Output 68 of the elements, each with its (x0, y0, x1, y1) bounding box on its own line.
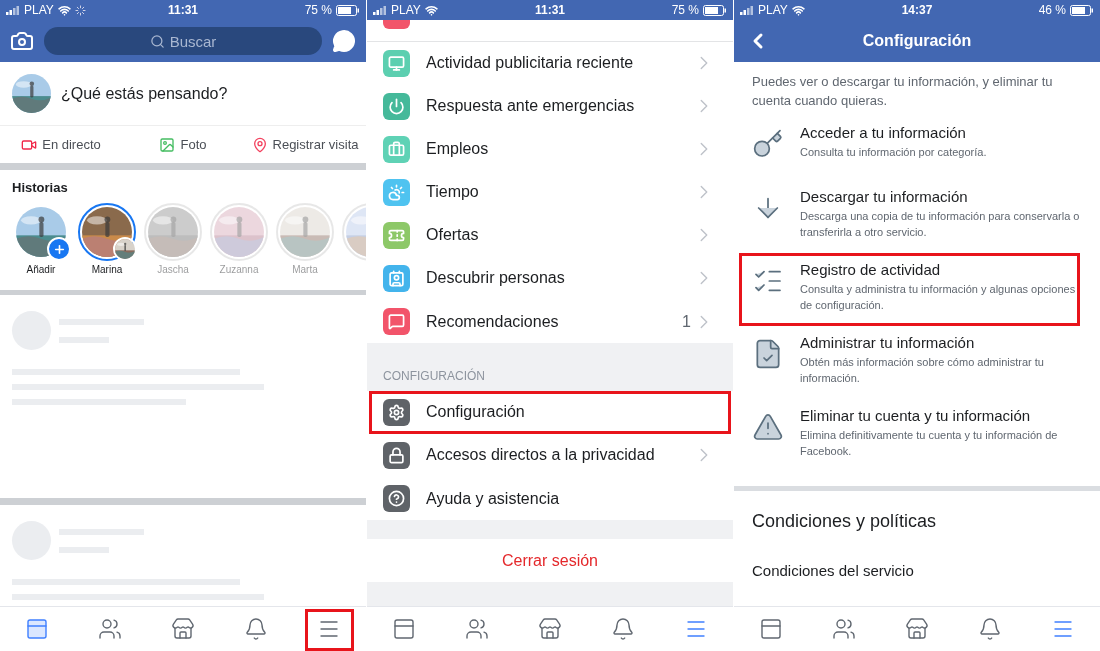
wifi-icon (424, 3, 438, 17)
option-title: Eliminar tu cuenta y tu información (800, 407, 1032, 424)
option-title: Administrar tu información (800, 334, 976, 351)
section-header: CONFIGURACIÓN (382, 367, 486, 385)
plus-icon (47, 237, 71, 261)
carrier-name: PLAY (24, 3, 54, 17)
story-name: Añadir (26, 264, 56, 275)
marketplace-icon (538, 617, 562, 641)
section-title: Condiciones y políticas (751, 510, 938, 532)
friends-icon (97, 617, 122, 641)
battery-icon (1070, 4, 1094, 16)
story-name: Marta (292, 264, 318, 275)
key-icon (752, 128, 784, 160)
section-description: Puedes ver o descargar tu información, y eliminar tu cuenta cuando quieras. (752, 73, 1054, 110)
signal-icon (740, 5, 754, 15)
signal-icon (373, 5, 387, 15)
photo-icon (159, 136, 176, 153)
carrier-name: PLAY (758, 3, 788, 17)
story-name: Marina (91, 264, 123, 275)
composer-action[interactable]: Registrar visita (244, 136, 366, 153)
news-feed-icon (391, 617, 416, 641)
marketplace-icon (905, 617, 929, 641)
status-time: 11:31 (534, 3, 566, 17)
story-name: Jascha (157, 264, 189, 275)
option-description: Descarga una copia de tu información para conservarla o transferirla a otro servicio. (800, 209, 1081, 240)
section-title: Historias (12, 180, 69, 195)
option-description: Obtén más información sobre cómo administrar tu información. (800, 355, 1045, 386)
notifications-icon (244, 617, 269, 641)
carrier-name: PLAY (391, 3, 421, 17)
messenger-button[interactable] (332, 29, 356, 53)
option-description: Consulta tu información por categoría. (800, 145, 987, 160)
battery-percent: 75 % (671, 3, 699, 17)
warning-icon (752, 411, 784, 443)
search-icon (149, 33, 165, 49)
option-title: Registro de actividad (800, 261, 942, 278)
camera-icon (10, 29, 34, 53)
status-time: 11:31 (167, 3, 199, 17)
search-field[interactable]: Buscar (44, 27, 322, 55)
wifi-icon (57, 3, 71, 17)
composer-action[interactable]: Foto (122, 136, 244, 153)
option-title: Acceder a tu información (800, 124, 967, 141)
screen-title: Configuración (861, 32, 973, 50)
battery-icon (336, 4, 360, 16)
option-description: Consulta y administra tu información y algunas opciones de configuración. (800, 282, 1077, 313)
friends-icon (464, 617, 489, 641)
logout-button[interactable]: Cerrar sesión (367, 539, 733, 582)
option-title: Descargar tu información (800, 188, 969, 205)
camera-button[interactable] (10, 29, 34, 53)
status-composer[interactable]: ¿Qué estás pensando? (61, 84, 228, 103)
wifi-icon (791, 3, 805, 17)
status-time: 14:37 (900, 3, 934, 17)
marketplace-icon (171, 617, 195, 641)
item-count: 1 (682, 312, 691, 331)
news-feed-icon (758, 617, 783, 641)
composer-action[interactable]: En directo (0, 136, 122, 153)
story-name: Zuzanna (219, 264, 259, 275)
news-feed-icon (24, 617, 49, 641)
menu-item[interactable]: Configuración (367, 391, 733, 434)
friends-icon (831, 617, 856, 641)
signal-icon (6, 5, 20, 15)
notifications-icon (978, 617, 1003, 641)
battery-percent: 46 % (1038, 3, 1066, 17)
location-pin-icon (251, 136, 268, 153)
option-description: Elimina definitivamente tu cuenta y tu información de Facebook. (800, 428, 1059, 459)
battery-percent: 75 % (304, 3, 332, 17)
battery-icon (703, 4, 727, 16)
notifications-icon (611, 617, 636, 641)
chat-bubble-icon (332, 29, 356, 53)
